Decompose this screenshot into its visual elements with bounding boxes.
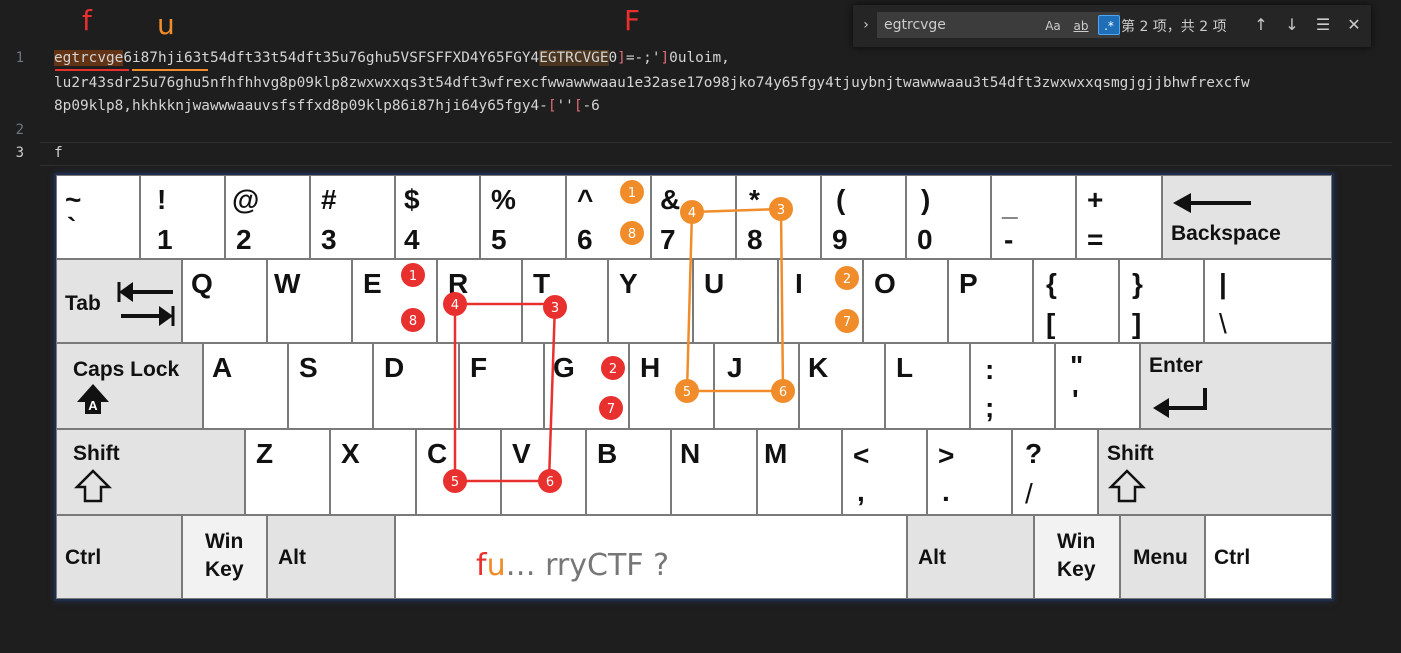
find-widget: › Aa ab .* 第 2 项，共 2 项 ↑ ↓ ☰ ✕ <box>853 5 1371 47</box>
find-in-selection-icon[interactable]: ☰ <box>1313 15 1333 35</box>
shift-arrow-icon <box>73 469 113 503</box>
space-caption: fu… rryCTF ? <box>476 548 669 583</box>
key-enter: Enter <box>1140 343 1332 429</box>
key-v: V <box>501 429 586 515</box>
whole-word-icon[interactable]: ab <box>1070 16 1092 36</box>
key-5: % 5 <box>480 175 566 259</box>
key-o: O <box>863 259 948 343</box>
current-line-highlight <box>40 142 1392 166</box>
key-g: G <box>544 343 629 429</box>
code-line-1-wrap-2[interactable]: lu2r43sdr25u76ghu5nfhfhhvg8p09klp8zwxwxx… <box>54 75 1250 91</box>
key-left-bracket: {[ <box>1033 259 1119 343</box>
key-8: * 8 <box>736 175 821 259</box>
key-semicolon: :; <box>970 343 1055 429</box>
key-comma: <, <box>842 429 927 515</box>
key-i: I <box>778 259 863 343</box>
annotation-f-upper: F <box>624 4 641 37</box>
code-line-3[interactable]: f <box>54 145 63 161</box>
key-c: C <box>416 429 501 515</box>
key-caps-lock: Caps Lock A <box>56 343 203 429</box>
key-j: J <box>714 343 799 429</box>
key-q: Q <box>182 259 267 343</box>
key-t: T <box>522 259 608 343</box>
key-h: H <box>629 343 714 429</box>
key-shift-right: Shift <box>1098 429 1332 515</box>
code-line-1[interactable]: egtrcvge6i87hji63t54dft33t54dft35u76ghu5… <box>54 50 730 66</box>
find-input-box[interactable]: Aa ab .* <box>877 12 1120 38</box>
key-0: ) 0 <box>906 175 991 259</box>
key-1: ! 1 <box>140 175 225 259</box>
segment-u: 6i87hji6 <box>123 50 193 66</box>
key-a: A <box>203 343 288 429</box>
key-y: Y <box>608 259 693 343</box>
close-icon[interactable]: ✕ <box>1344 15 1364 35</box>
key-quote: " ' <box>1055 343 1140 429</box>
previous-match-icon[interactable]: ↑ <box>1251 15 1271 35</box>
key-k: K <box>799 343 885 429</box>
find-input[interactable] <box>884 13 1024 37</box>
key-backslash: | \ <box>1204 259 1332 343</box>
key-alt-left: Alt <box>267 515 395 599</box>
arrow-left-icon <box>1173 193 1251 213</box>
key-backtick: ~ ` <box>56 175 140 259</box>
shift-arrow-icon <box>1107 469 1147 503</box>
key-f: F <box>459 343 544 429</box>
line-number-2: 2 <box>15 122 24 138</box>
key-e: E <box>352 259 437 343</box>
line-number-3: 3 <box>15 145 24 161</box>
caps-lock-icon: A <box>77 384 109 414</box>
key-9: (9 <box>821 175 906 259</box>
key-4: $4 <box>395 175 480 259</box>
match-count: 第 2 项，共 2 项 <box>1121 19 1227 35</box>
key-w: W <box>267 259 352 343</box>
annotation-u-lower: u <box>157 8 175 41</box>
key-right-bracket: }] <box>1119 259 1204 343</box>
key-ctrl-left: Ctrl <box>56 515 182 599</box>
match-case-icon[interactable]: Aa <box>1042 16 1064 36</box>
key-period: >. <box>927 429 1012 515</box>
key-space: fu… rryCTF ? <box>395 515 907 599</box>
key-2: @2 <box>225 175 310 259</box>
key-s: S <box>288 343 373 429</box>
key-tab: Tab <box>56 259 182 343</box>
key-6: ^ 6 <box>566 175 651 259</box>
tab-arrows-icon <box>117 282 175 326</box>
underline-red <box>55 69 129 71</box>
key-x: X <box>330 429 416 515</box>
key-menu: Menu <box>1120 515 1205 599</box>
key-minus: _ - <box>991 175 1076 259</box>
key-ctrl-right: Ctrl <box>1205 515 1332 599</box>
find-match-1: egtrcvge <box>54 50 124 66</box>
key-win-right: Win Key <box>1034 515 1120 599</box>
key-backspace: Backspace <box>1162 175 1332 259</box>
code-line-1-wrap-3[interactable]: 8p09klp8,hkhkknjwawwwaauvsfsffxd8p09klp8… <box>54 98 600 114</box>
key-m: M <box>757 429 842 515</box>
regex-icon[interactable]: .* <box>1098 15 1120 35</box>
chevron-right-icon[interactable]: › <box>859 15 873 35</box>
key-u: U <box>693 259 778 343</box>
key-d: D <box>373 343 459 429</box>
key-z: Z <box>245 429 330 515</box>
line-number-1: 1 <box>15 50 24 66</box>
key-7: & 7 <box>651 175 736 259</box>
underline-orange <box>132 69 208 71</box>
key-slash: ? / <box>1012 429 1098 515</box>
key-r: R <box>437 259 522 343</box>
enter-arrow-icon <box>1153 388 1207 418</box>
key-p: P <box>948 259 1033 343</box>
key-n: N <box>671 429 757 515</box>
key-shift-left: Shift <box>56 429 245 515</box>
find-match-2: EGTRCVGE <box>539 50 609 66</box>
key-3: #3 <box>310 175 395 259</box>
keyboard-diagram: ~ ` ! 1 @2 #3 $4 % 5 ^ 6 & 7 * 8 (9 ) 0 _ - + = B… <box>54 173 1334 601</box>
key-equals: + = <box>1076 175 1162 259</box>
key-alt-right: Alt <box>907 515 1034 599</box>
key-b: B <box>586 429 671 515</box>
next-match-icon[interactable]: ↓ <box>1282 15 1302 35</box>
annotation-f-lower: f <box>82 4 92 37</box>
key-win-left: Win Key <box>182 515 267 599</box>
key-l: L <box>885 343 970 429</box>
svg-text:A: A <box>88 398 98 413</box>
